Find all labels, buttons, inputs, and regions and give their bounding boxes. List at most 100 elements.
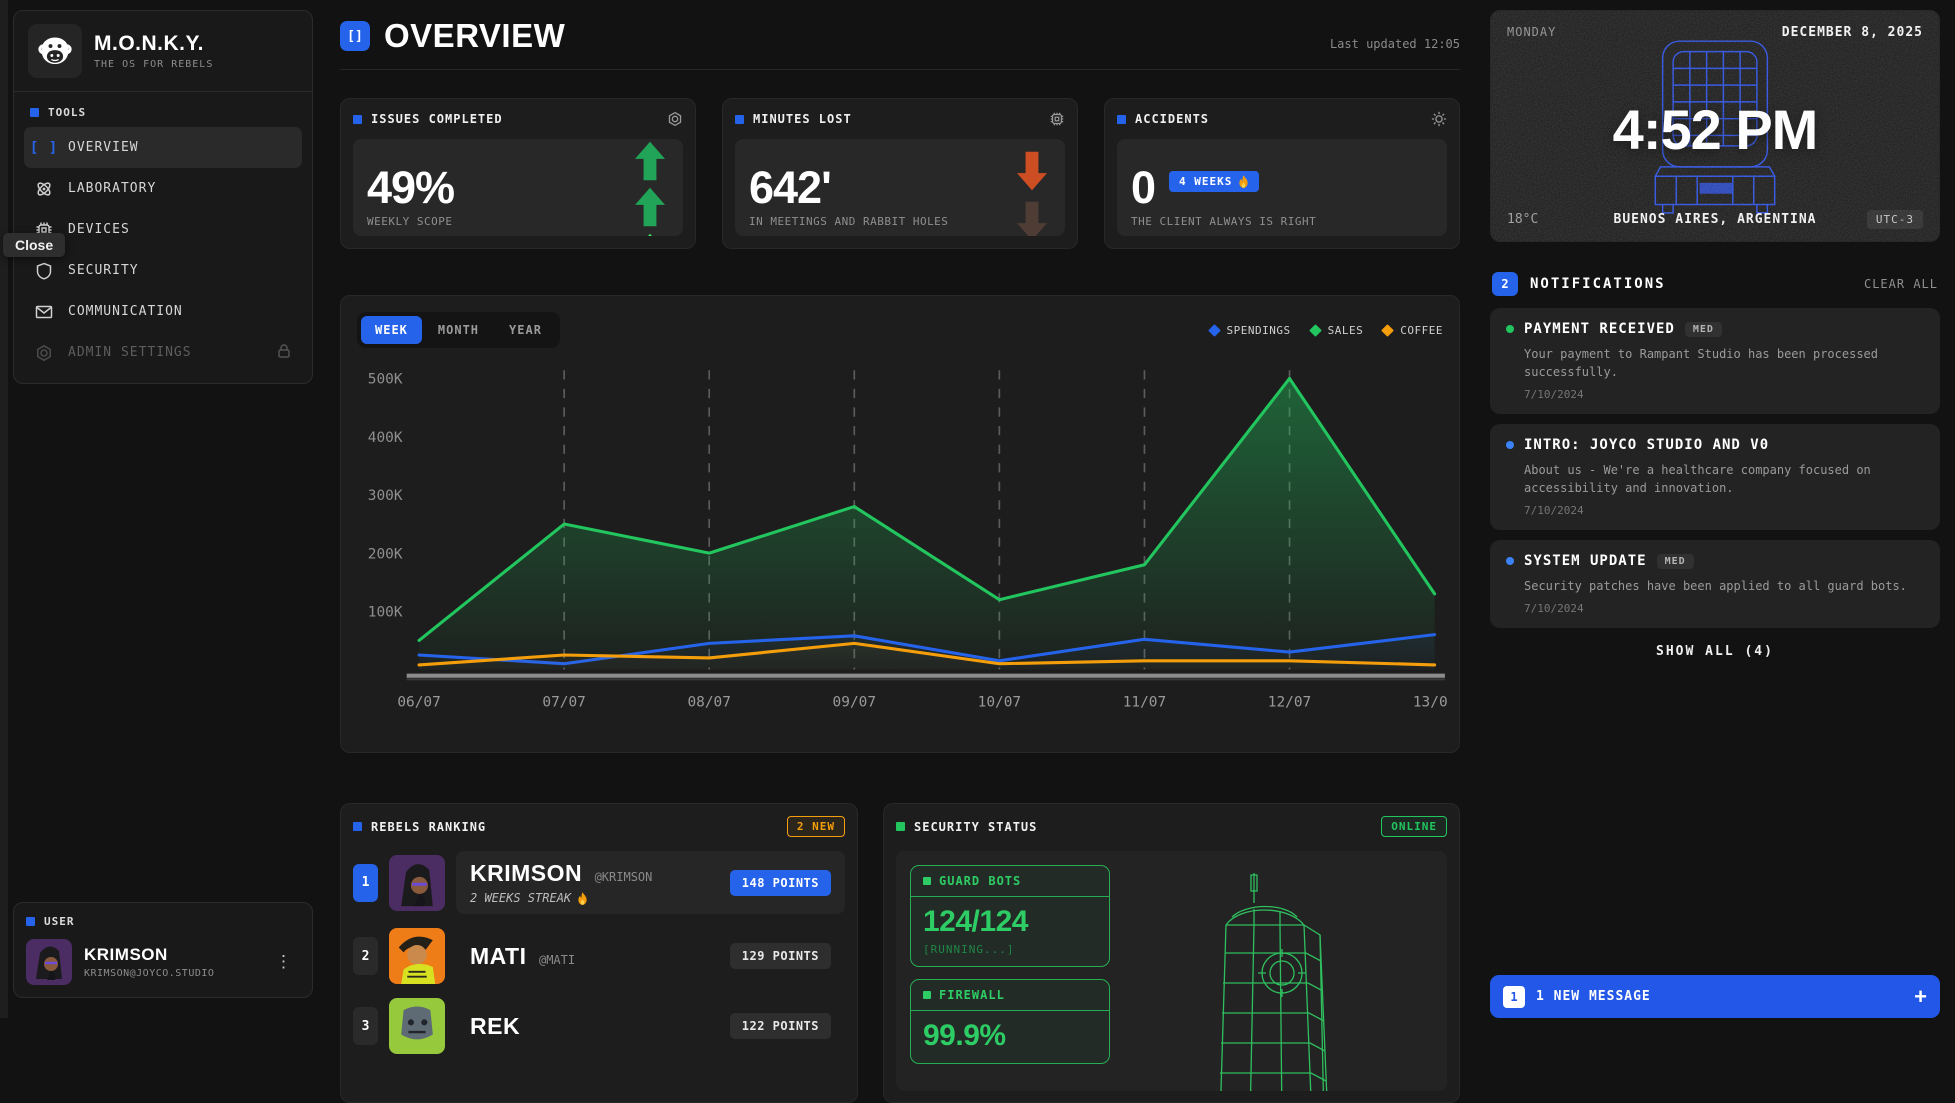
card-bullet-green — [896, 822, 905, 831]
notifications-title: NOTIFICATIONS — [1530, 276, 1666, 292]
arrow-down-icon — [1017, 201, 1047, 236]
sidebar-item-laboratory[interactable]: LABORATORY — [24, 168, 302, 209]
trend-arrows-up — [633, 139, 667, 236]
clock-widget: MONDAY DECEMBER 8, 2025 4:52 PM 18°C BUE… — [1490, 10, 1940, 242]
clear-all-button[interactable]: CLEAR ALL — [1864, 277, 1938, 291]
svg-text:08/07: 08/07 — [687, 695, 730, 711]
show-all-button[interactable]: SHOW ALL (4) — [1490, 644, 1940, 659]
stat-card-accidents: ACCIDENTS 0 4 WEEKS THE CLIENT ALWAYS IS… — [1104, 98, 1460, 249]
notification-payment-received[interactable]: PAYMENT RECEIVED MED Your payment to Ram… — [1490, 308, 1940, 414]
stat-label: ISSUES COMPLETED — [371, 112, 503, 126]
sidebar-item-security[interactable]: SECURITY — [24, 250, 302, 291]
new-message-bar[interactable]: 1 1 NEW MESSAGE + — [1490, 975, 1940, 1018]
notification-body: About us - We're a healthcare company fo… — [1506, 461, 1924, 497]
user-panel: USER KRIMSON KRIMSON@JOYCO.STUDIO ⋮ — [13, 902, 313, 998]
close-tooltip: Close — [3, 233, 65, 257]
diamond-icon — [1208, 324, 1221, 337]
svg-text:100K: 100K — [368, 605, 403, 621]
kebab-icon[interactable]: ⋮ — [267, 948, 300, 976]
ranking-row-2[interactable]: 2 MATI @MATI — [353, 928, 845, 984]
ranking-row-1[interactable]: 1 KRIMSON — [353, 851, 845, 914]
firewall-label: FIREWALL — [939, 988, 1005, 1002]
sun-gear-icon[interactable] — [1431, 111, 1447, 127]
svg-text:13/07: 13/07 — [1413, 695, 1447, 711]
sidebar-item-communication[interactable]: COMMUNICATION — [24, 291, 302, 332]
arrow-up-icon — [635, 141, 665, 181]
clock-city: BUENOS AIRES, ARGENTINA — [1613, 212, 1816, 227]
tab-year[interactable]: YEAR — [495, 316, 556, 344]
svg-text:11/07: 11/07 — [1123, 695, 1166, 711]
brackets-icon: [ ] — [34, 138, 54, 158]
notification-body: Security patches have been applied to al… — [1506, 577, 1924, 595]
page-title: OVERVIEW — [384, 17, 565, 55]
watchtower-wireframe — [1192, 873, 1342, 1091]
rank-name: REK — [470, 1013, 520, 1039]
notifications-count-badge: 2 — [1492, 272, 1518, 296]
sidebar: M.O.N.K.Y. THE OS FOR REBELS TOOLS [ ] O… — [13, 10, 313, 1008]
arrow-up-icon — [635, 233, 665, 236]
rank-name: MATI — [470, 943, 527, 969]
notification-intro[interactable]: INTRO: JOYCO STUDIO AND V0 About us - We… — [1490, 424, 1940, 530]
notification-title: SYSTEM UPDATE — [1524, 553, 1647, 569]
avatar-krimson — [389, 855, 445, 911]
guard-bots-box: GUARD BOTS 124/124 [RUNNING...] — [910, 865, 1110, 967]
green-bullet — [923, 877, 931, 885]
ranking-row-3[interactable]: 3 REK 122 POINTS — [353, 998, 845, 1054]
stat-caption: WEEKLY SCOPE — [367, 215, 452, 228]
stat-value: 642' — [749, 165, 831, 210]
rank-handle: @MATI — [539, 953, 575, 967]
avatar-rek — [389, 998, 445, 1054]
guard-bots-status: [RUNNING...] — [923, 943, 1097, 956]
svg-text:500K: 500K — [368, 372, 403, 388]
stat-label: ACCIDENTS — [1135, 112, 1209, 126]
notification-system-update[interactable]: SYSTEM UPDATE MED Security patches have … — [1490, 540, 1940, 628]
flame-icon — [577, 892, 588, 905]
firewall-box: FIREWALL 99.9% — [910, 979, 1110, 1064]
svg-text:400K: 400K — [368, 430, 403, 446]
hex-nut-settings-icon[interactable] — [667, 111, 683, 127]
last-updated: Last updated 12:05 — [1330, 37, 1460, 55]
points-badge: 148 POINTS — [730, 870, 831, 896]
svg-text:10/07: 10/07 — [978, 695, 1021, 711]
card-bullet — [353, 822, 362, 831]
rank-badge: 2 — [353, 937, 378, 975]
sidebar-item-admin-settings[interactable]: ADMIN SETTINGS — [24, 332, 302, 373]
rebels-ranking-card: REBELS RANKING 2 NEW 1 — [340, 803, 858, 1103]
right-column: MONDAY DECEMBER 8, 2025 4:52 PM 18°C BUE… — [1490, 0, 1940, 1018]
stat-value: 49% — [367, 165, 454, 210]
sidebar-item-label: SECURITY — [68, 263, 139, 278]
new-badge: 2 NEW — [787, 816, 845, 837]
notifications-panel: 2 NOTIFICATIONS CLEAR ALL PAYMENT RECEIV… — [1490, 272, 1940, 659]
svg-text:300K: 300K — [368, 488, 403, 504]
tab-month[interactable]: MONTH — [424, 316, 493, 344]
green-bullet — [923, 991, 931, 999]
tab-week[interactable]: WEEK — [361, 316, 422, 344]
stat-card-issues: ISSUES COMPLETED 49% WEEKLY SCOPE — [340, 98, 696, 249]
clock-date: DECEMBER 8, 2025 — [1782, 25, 1923, 40]
avatar-mati — [389, 928, 445, 984]
sidebar-item-overview[interactable]: [ ] OVERVIEW — [24, 127, 302, 168]
sidebar-item-label: LABORATORY — [68, 181, 156, 196]
utc-badge: UTC-3 — [1867, 210, 1923, 229]
priority-badge: MED — [1685, 322, 1722, 337]
section-bullet — [30, 108, 39, 117]
legend-coffee: COFFEE — [1383, 324, 1443, 337]
firewall-value: 99.9% — [923, 1019, 1097, 1053]
card-bullet — [1117, 115, 1126, 124]
main-content: [] OVERVIEW Last updated 12:05 ISSUES CO… — [340, 0, 1460, 1018]
plus-icon[interactable]: + — [1914, 986, 1927, 1008]
temperature: 18°C — [1507, 212, 1538, 227]
chip-settings-icon[interactable] — [1049, 111, 1065, 127]
rank-badge: 1 — [353, 864, 378, 902]
clock-time: 4:52 PM — [1491, 97, 1939, 162]
nav-panel: M.O.N.K.Y. THE OS FOR REBELS TOOLS [ ] O… — [13, 10, 313, 384]
user-name: KRIMSON — [84, 945, 214, 965]
diamond-icon — [1381, 324, 1394, 337]
notification-date: 7/10/2024 — [1506, 602, 1924, 615]
app-title: M.O.N.K.Y. — [94, 32, 213, 56]
stat-card-minutes: MINUTES LOST 642' IN MEETINGS AND RABBIT… — [722, 98, 1078, 249]
notification-date: 7/10/2024 — [1506, 504, 1924, 517]
sidebar-item-devices[interactable]: DEVICES — [24, 209, 302, 250]
sidebar-item-label: DEVICES — [68, 222, 130, 237]
user-email: KRIMSON@JOYCO.STUDIO — [84, 968, 214, 979]
